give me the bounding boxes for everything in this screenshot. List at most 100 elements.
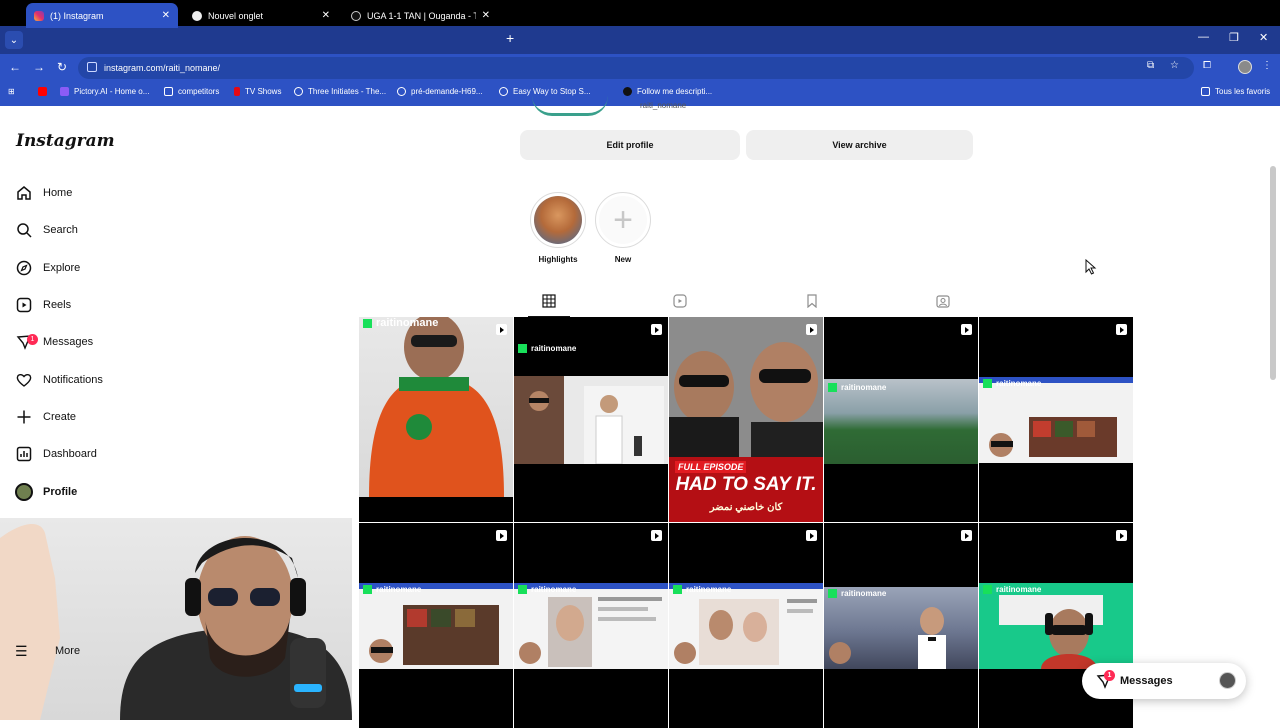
- reels-icon: [15, 296, 33, 314]
- watermark-text: raitinomane: [686, 585, 732, 594]
- banner-tag: FULL EPISODE: [675, 461, 747, 473]
- bookmark-label: Tous les favoris: [1215, 87, 1271, 96]
- sidebar-item-dashboard[interactable]: Dashboard: [15, 442, 97, 466]
- edit-profile-button[interactable]: Edit profile: [520, 130, 740, 160]
- post-tile[interactable]: raitinomane: [824, 523, 978, 728]
- reel-play-icon: [806, 530, 817, 541]
- bookmark-star-icon[interactable]: ☆: [1170, 60, 1179, 71]
- post-tile[interactable]: FULL EPISODE HAD TO SAY IT. كان خاصني نم…: [669, 317, 823, 522]
- home-icon: [15, 184, 33, 202]
- sidebar-item-home[interactable]: Home: [15, 181, 72, 205]
- messenger-icon: 1: [15, 333, 38, 351]
- youtube-bookmark[interactable]: [38, 87, 52, 96]
- tab-match[interactable]: UGA 1-1 TAN | Ouganda - Tanz ✕: [343, 3, 498, 28]
- post-tile[interactable]: raitinomane: [979, 317, 1133, 522]
- saved-tab[interactable]: [804, 293, 820, 309]
- bookmark-pictory[interactable]: Pictory.AI - Home o...: [60, 87, 149, 96]
- close-icon[interactable]: ✕: [322, 10, 330, 21]
- instagram-logo[interactable]: Instagram: [16, 131, 115, 151]
- avatar: [15, 483, 33, 501]
- restore-icon[interactable]: ❐: [1229, 31, 1239, 44]
- netflix-icon: [234, 87, 240, 96]
- page-scrollbar[interactable]: [1270, 166, 1276, 380]
- posts-grid-tab[interactable]: [541, 293, 557, 309]
- sidebar-item-search[interactable]: Search: [15, 218, 78, 242]
- highlight-cover: [534, 196, 582, 244]
- reload-icon[interactable]: ↻: [57, 60, 67, 74]
- sidebar-item-create[interactable]: Create: [15, 405, 76, 429]
- tab-search-button[interactable]: ⌄: [5, 31, 23, 49]
- globe-icon: [397, 87, 406, 96]
- sidebar-item-notifications[interactable]: Notifications: [15, 368, 103, 392]
- extensions-icon[interactable]: ⧠: [1203, 60, 1211, 71]
- highlight-item[interactable]: [530, 192, 586, 248]
- reels-tab[interactable]: [672, 293, 688, 309]
- kick-logo-icon: [363, 318, 372, 328]
- compass-icon: [15, 259, 33, 277]
- view-archive-button[interactable]: View archive: [746, 130, 973, 160]
- bookmark-easy-way[interactable]: Easy Way to Stop S...: [499, 87, 591, 96]
- sidebar-item-reels[interactable]: Reels: [15, 293, 71, 317]
- sidebar-item-messages[interactable]: 1 Messages: [15, 330, 93, 354]
- post-tile[interactable]: raitinomane: [669, 523, 823, 728]
- watermark-text: raitinomane: [841, 589, 887, 598]
- back-icon[interactable]: ←: [9, 60, 21, 74]
- profile-avatar[interactable]: [532, 96, 608, 116]
- post-thumbnail: [979, 377, 1133, 463]
- globe-icon: [499, 87, 508, 96]
- post-tile[interactable]: raitinomane: [824, 317, 978, 522]
- reel-play-icon: [496, 530, 507, 541]
- notification-badge: 1: [1104, 670, 1115, 681]
- bookmark-tv-shows[interactable]: TV Shows: [234, 87, 281, 96]
- tab-label: (1) Instagram: [50, 10, 104, 21]
- bookmark-follow-me[interactable]: Follow me descripti...: [623, 87, 712, 96]
- banner-title: HAD TO SAY IT.: [675, 474, 817, 495]
- sidebar-item-label: Notifications: [43, 374, 103, 386]
- close-icon[interactable]: ✕: [162, 10, 170, 21]
- bookmark-competitors[interactable]: competitors: [164, 87, 219, 96]
- sidebar-item-label: Explore: [43, 262, 81, 274]
- tab-new-tab[interactable]: Nouvel onglet ✕: [184, 3, 338, 28]
- plus-icon: [15, 408, 33, 426]
- sidebar-item-label: Dashboard: [43, 448, 97, 460]
- bookmark-label: TV Shows: [245, 87, 282, 96]
- sidebar-item-label: Messages: [43, 336, 94, 348]
- apps-grid-icon[interactable]: ⊞: [8, 87, 15, 96]
- close-icon[interactable]: ✕: [482, 10, 490, 21]
- sidebar-item-label: Search: [43, 224, 78, 236]
- sidebar-item-profile[interactable]: Profile: [15, 480, 77, 504]
- episode-banner: FULL EPISODE HAD TO SAY IT. كان خاصني نم…: [669, 457, 823, 522]
- bookmark-three-initiates[interactable]: Three Initiates - The...: [294, 87, 386, 96]
- sidebar-item-more[interactable]: ☰ More: [15, 641, 80, 661]
- watermark-text: raitinomane: [996, 585, 1042, 594]
- watermark: raitinomane: [828, 383, 886, 392]
- forward-icon[interactable]: →: [33, 60, 45, 74]
- install-app-icon[interactable]: ⧉: [1147, 60, 1154, 71]
- url-input[interactable]: instagram.com/raiti_nomane/: [78, 57, 1194, 79]
- reel-play-icon: [961, 324, 972, 335]
- sidebar-item-explore[interactable]: Explore: [15, 256, 80, 280]
- close-window-icon[interactable]: ✕: [1259, 31, 1268, 44]
- post-tile[interactable]: raitinomane: [359, 523, 513, 728]
- tab-instagram[interactable]: (1) Instagram ✕: [26, 3, 178, 28]
- kick-logo-icon: [363, 585, 372, 594]
- new-highlight-button[interactable]: +: [595, 192, 651, 248]
- new-tab-button[interactable]: +: [506, 30, 514, 46]
- site-info-icon[interactable]: [87, 62, 97, 72]
- watermark-text: raitinomane: [531, 344, 577, 353]
- post-tile[interactable]: raitinomane: [359, 317, 513, 522]
- reel-play-icon: [1116, 324, 1127, 335]
- post-thumbnail: [979, 583, 1133, 669]
- messages-pill-button[interactable]: 1 Messages: [1082, 663, 1246, 699]
- highlight-label: Highlights: [538, 255, 578, 264]
- minimize-icon[interactable]: —: [1198, 31, 1209, 43]
- watermark: raitinomane: [363, 317, 438, 329]
- post-tile[interactable]: raitinomane: [514, 317, 668, 522]
- bookmark-pre-demande[interactable]: pré-demande-H69...: [397, 87, 483, 96]
- kebab-menu-icon[interactable]: ⋮: [1262, 60, 1272, 71]
- tagged-tab[interactable]: [935, 293, 951, 309]
- chrome-favicon-icon: [192, 10, 202, 21]
- bookmark-all-favorites[interactable]: Tous les favoris: [1201, 87, 1270, 96]
- post-tile[interactable]: raitinomane: [514, 523, 668, 728]
- browser-profile-avatar[interactable]: [1238, 60, 1252, 74]
